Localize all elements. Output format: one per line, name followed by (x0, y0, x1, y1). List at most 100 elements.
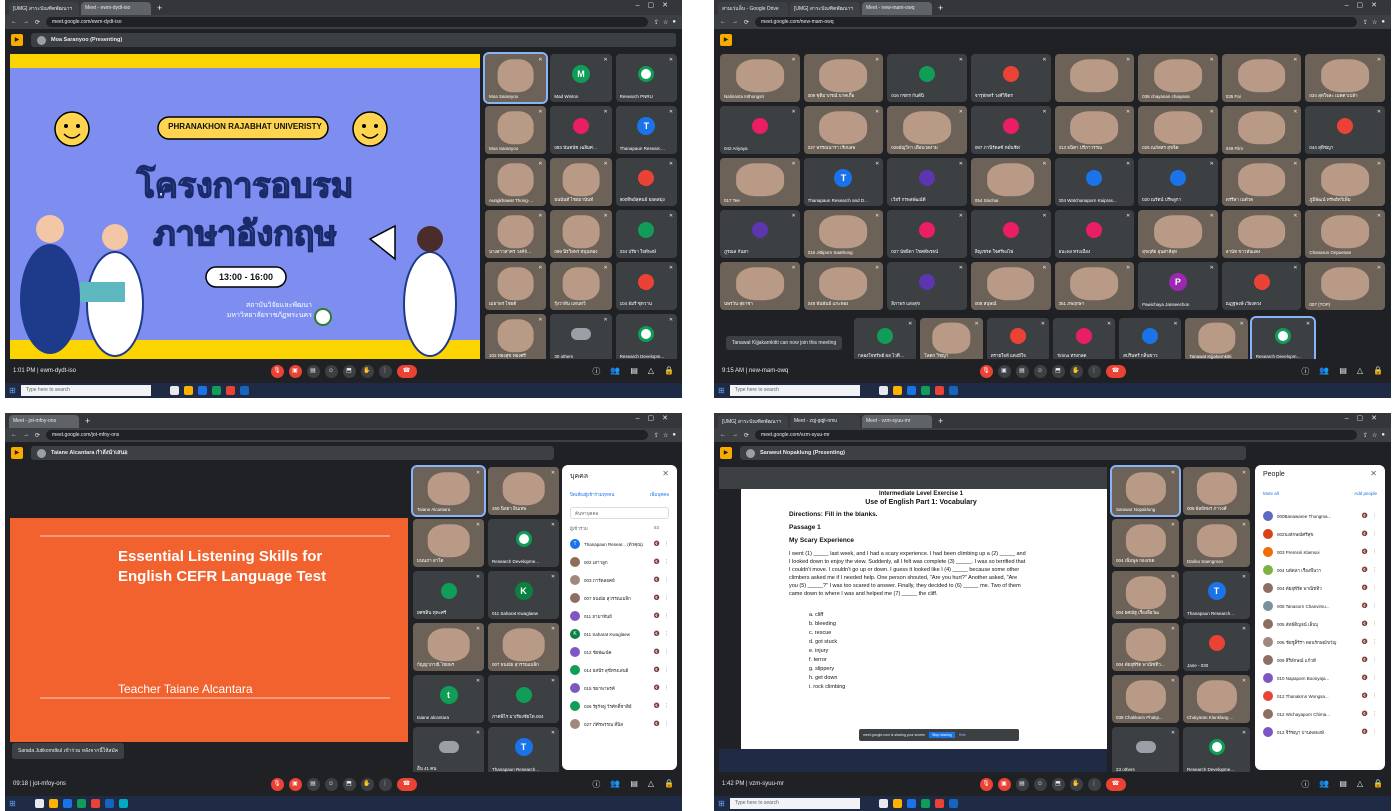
participant-tile[interactable]: T ✕ Thanapaun Research... (1183, 571, 1250, 619)
forward-icon[interactable]: → (732, 432, 738, 438)
host-controls-icon[interactable]: 🔒 (1373, 779, 1383, 790)
mic-muted-icon[interactable]: 🔇 (654, 685, 660, 691)
participant-tile[interactable]: ✕ สิญเชรด ใจศรีพงไฟ (970, 210, 1051, 258)
end-call-button[interactable]: ☎ (1105, 364, 1126, 378)
participant-row[interactable]: 015 ชยาพาพรค์ 🔇 ⋮ (570, 681, 669, 695)
activities-icon[interactable]: △ (648, 366, 654, 377)
taskbar-app-icon[interactable] (892, 799, 902, 808)
more-options-icon[interactable]: ⋮ (1372, 531, 1377, 537)
host-controls-icon[interactable]: 🔒 (664, 779, 674, 790)
browser-tab[interactable]: Meet - new-mam-owq (862, 2, 932, 15)
more-options-icon[interactable]: ⋮ (664, 703, 669, 709)
more-options-icon[interactable]: ⋮ (1372, 711, 1377, 717)
profile-icon[interactable]: ● (672, 19, 676, 26)
participant-tile[interactable]: ✕ 048 พันพันธ์ แกะทอง (803, 262, 884, 310)
participant-tile[interactable]: ✕ 016 กชกร กันต์นิ (887, 54, 967, 102)
mic-muted-icon[interactable]: 🔇 (1362, 585, 1368, 591)
participant-tile[interactable]: ✕ 049 Film (1221, 106, 1302, 154)
taskbar-app-icon[interactable] (906, 799, 916, 808)
taskbar-app-icon[interactable] (197, 386, 207, 395)
mic-muted-icon[interactable]: 🔇 (654, 703, 660, 709)
camera-off-icon[interactable]: ▣ (997, 777, 1011, 791)
participant-tile[interactable]: ✕ 054 Sinchai (970, 158, 1051, 206)
more-options-icon[interactable]: ⋮ (1372, 675, 1377, 681)
mic-muted-icon[interactable]: 🔇 (654, 721, 660, 727)
participant-row[interactable]: 004 ดัยยุพีรัต พาณิชทิว 🔇 ⋮ (1263, 581, 1377, 595)
participant-tile[interactable]: ✕ ยศชลิน ทุหะศรี (413, 571, 484, 619)
new-tab-icon[interactable]: + (153, 2, 166, 15)
more-options-icon[interactable]: ⋮ (1372, 603, 1377, 609)
participant-tile[interactable]: ✕ 026อัญวิกา เดือนวดงาม (887, 106, 967, 154)
captions-icon[interactable]: ▤ (1015, 777, 1029, 791)
participant-tile[interactable]: ✕ 250 นิลยา อินเทพ (488, 467, 559, 515)
present-icon[interactable]: ⬒ (342, 777, 356, 791)
participant-tile[interactable]: ✕ 009 ชุติมาภรณ์ นาคเกื้อ (803, 54, 884, 102)
participant-tile[interactable]: ✕ Moa Saranyoo (482, 52, 549, 104)
more-options-icon[interactable]: ⋮ (664, 631, 669, 637)
participant-tile[interactable]: ✕ 900ทิพย์สุคนธ์ ยอดสมุ่ง (615, 158, 677, 206)
emoji-icon[interactable]: ☺ (324, 777, 338, 791)
info-icon[interactable]: ⓘ (592, 366, 600, 377)
more-options-icon[interactable]: ⋮ (664, 595, 669, 601)
participant-row[interactable]: 004 นพัดลา เรืองพืนวา 🔇 ⋮ (1263, 563, 1377, 577)
participants-section[interactable]: ผู้เข้าร่วม 53 (570, 525, 669, 532)
share-icon[interactable]: ⇪ (1363, 19, 1368, 26)
chat-icon[interactable]: ▤ (630, 366, 638, 377)
participant-tile[interactable]: ✕ 102 ทองสุข ทองศรี (485, 314, 547, 362)
participant-tile[interactable]: ✕ 027 นัทธิดา โชคดีพรธน์ (887, 210, 967, 258)
mic-muted-icon[interactable]: 🔇 (1362, 693, 1368, 699)
participant-row[interactable]: T Thanapaun Resear... (ตัวคุณ) 🔇 ⋮ (570, 537, 669, 551)
participant-tile[interactable]: T ✕ Thanapaun Research... (488, 727, 559, 775)
participant-tile[interactable]: ✕ ภาคพิไร มาเรียงชัยโต.004 (488, 675, 559, 723)
close-icon[interactable]: ✕ (1370, 469, 1377, 478)
participant-tile[interactable]: ✕ 034 สุดใจละ เมตตาเปล้า (1305, 54, 1385, 102)
share-icon[interactable]: ⇪ (654, 19, 659, 26)
raise-hand-icon[interactable]: ✋ (360, 364, 374, 378)
participant-tile[interactable]: ✕ 004 เพิ่มพูล กองเขต (1112, 519, 1179, 567)
host-controls-icon[interactable]: 🔒 (664, 366, 674, 377)
participant-tile[interactable]: ✕ Chaiyaran Klanklang ... (1183, 675, 1250, 723)
participant-row[interactable]: 003 ภารัตลยคย์ 🔇 ⋮ (570, 573, 669, 587)
url-input[interactable]: meet.google.com/new-mam-owq (755, 17, 1357, 27)
chat-icon[interactable]: ▤ (1339, 366, 1347, 377)
mic-muted-icon[interactable]: 🔇 (1362, 621, 1368, 627)
chat-icon[interactable]: ▤ (1339, 779, 1347, 790)
participant-tile[interactable]: ✕ ธนะพง ทรงเมือง (1054, 210, 1135, 258)
more-options-icon[interactable]: ⋮ (664, 559, 669, 565)
participant-tile[interactable]: ✕ Aungkhawat Thong-... (485, 158, 547, 206)
participant-tile[interactable]: T ✕ Thanapaun Research and D... (803, 158, 884, 206)
participant-tile[interactable]: ✕ ธนนันท์ ไชยมานันท์ (550, 158, 612, 206)
browser-tab[interactable]: Meet - zqj-gqjt-nmu (790, 415, 860, 428)
mic-off-icon[interactable]: 🎙 (270, 364, 284, 378)
browser-tab[interactable]: [UMG] สาระบัณฑิตพัฒนาฯ (9, 2, 79, 15)
people-icon[interactable]: 👥 (610, 366, 620, 377)
taskbar-app-icon[interactable] (892, 386, 902, 395)
taskbar-app-icon[interactable] (934, 386, 944, 395)
camera-off-icon[interactable]: ▣ (288, 777, 302, 791)
back-icon[interactable]: ← (720, 432, 726, 438)
more-options-icon[interactable]: ⋮ (664, 721, 669, 727)
participant-tile[interactable]: ✕ 020 ณรัตน์ ปรีพลูกา (1138, 158, 1218, 206)
participant-row[interactable]: 014 ยสนีร สุขีทรงเสนย์ 🔇 ⋮ (570, 663, 669, 677)
participant-tile[interactable]: ✕ (1054, 54, 1135, 102)
participant-tile[interactable]: K ✕ 011 Saharat Kwaglaew (488, 571, 559, 619)
participant-tile[interactable]: ✕ 037 พรรณนารา เรียบลพ (803, 106, 884, 154)
present-icon[interactable]: ⬒ (1051, 777, 1065, 791)
captions-icon[interactable]: ▤ (1015, 364, 1029, 378)
chat-icon[interactable]: ▤ (630, 779, 638, 790)
more-options-icon[interactable]: ⋮ (1372, 729, 1377, 735)
end-call-button[interactable]: ☎ (1105, 777, 1126, 791)
participant-tile[interactable]: ✕ จารุพักตร์ วงศ์วิจิตร (970, 54, 1051, 102)
info-icon[interactable]: ⓘ (592, 779, 600, 790)
participant-row[interactable]: 005 ลัทธ์ดิญจน์ เล็บบุ 🔇 ⋮ (1263, 617, 1377, 631)
raise-hand-icon[interactable]: ✋ (1069, 777, 1083, 791)
mic-muted-icon[interactable]: 🔇 (1362, 729, 1368, 735)
new-tab-icon[interactable]: + (934, 2, 947, 15)
more-options-icon[interactable]: ⋮ (1372, 585, 1377, 591)
participant-tile[interactable]: ✕ 008 ผัลย์ทพร ภาวงศ์ (1183, 467, 1250, 515)
participant-tile[interactable]: ✕ 017 Tee (720, 158, 800, 206)
people-icon[interactable]: 👥 (1319, 779, 1329, 790)
taskbar-app-icon[interactable] (90, 799, 100, 808)
participant-tile[interactable]: ✕ Research Developme... (488, 519, 559, 567)
mic-muted-icon[interactable]: 🔇 (654, 541, 660, 547)
